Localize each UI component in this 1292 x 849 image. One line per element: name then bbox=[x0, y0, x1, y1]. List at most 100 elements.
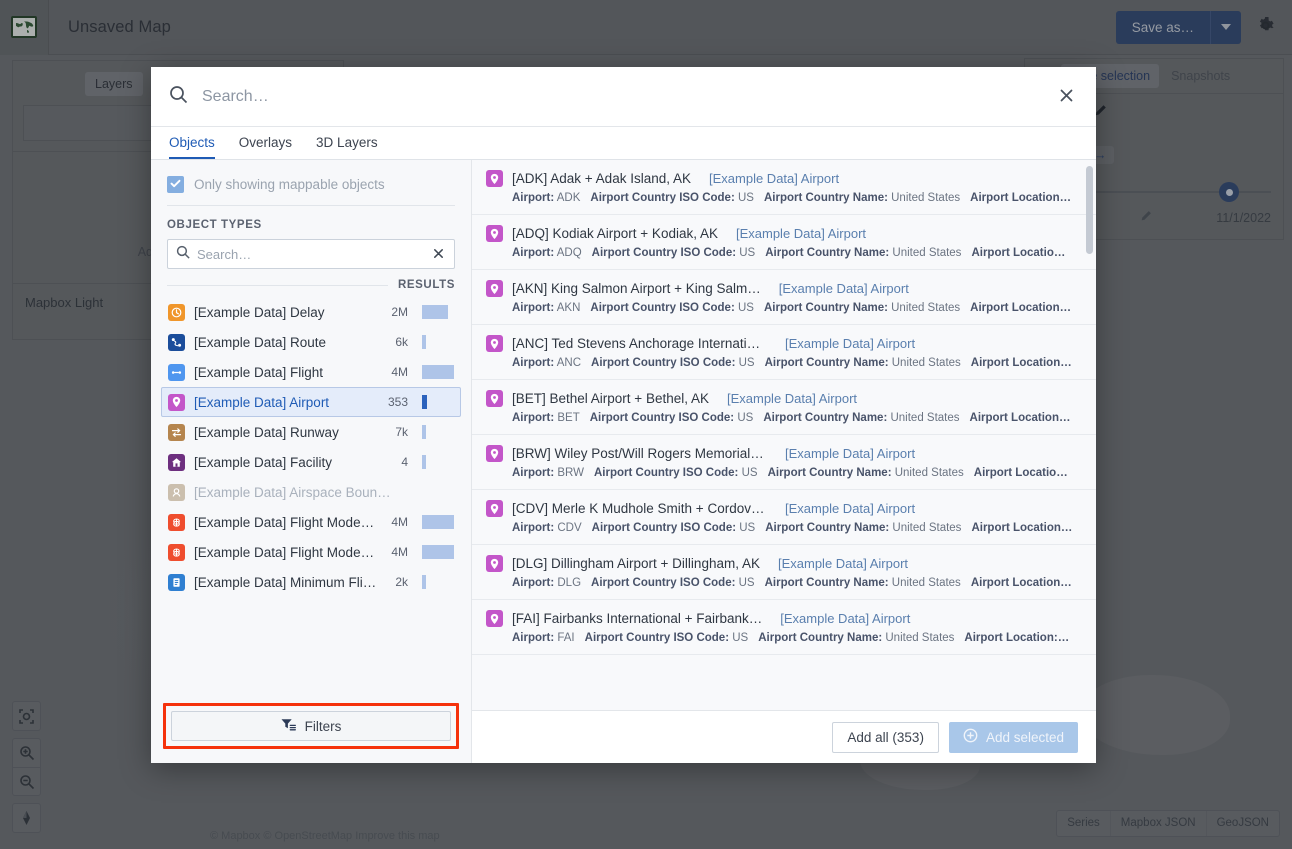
meta-airport: Airport: ANC bbox=[512, 357, 582, 369]
object-type-label: [Example Data] Minimum Flight Clea… bbox=[194, 574, 379, 590]
result-row-header: [ANC] Ted Stevens Anchorage Internatio… [… bbox=[486, 335, 1078, 352]
filters-button[interactable]: Filters bbox=[171, 711, 451, 741]
result-title: [ANC] Ted Stevens Anchorage Internatio… bbox=[512, 336, 767, 351]
meta-location: Airport Location… bbox=[970, 577, 1072, 589]
filter-icon bbox=[281, 718, 296, 734]
object-type-label: [Example Data] Airport bbox=[194, 394, 330, 410]
runway-icon bbox=[168, 423, 185, 441]
result-row-header: [ADK] Adak + Adak Island, AK [Example Dat… bbox=[486, 170, 1078, 187]
object-type-row[interactable]: [Example Data] Flight Model Features 4M bbox=[161, 507, 461, 537]
meta-airport: Airport: BET bbox=[512, 412, 580, 424]
result-row[interactable]: [FAI] Fairbanks International + Fairbank… bbox=[472, 600, 1096, 655]
clear-search-button[interactable] bbox=[431, 245, 446, 264]
meta-airport: Airport: BRW bbox=[512, 467, 584, 479]
object-type-count: 7k bbox=[395, 425, 408, 439]
meta-iso: Airport Country ISO Code: US bbox=[589, 412, 754, 424]
meta-location: Airport Location… bbox=[970, 192, 1072, 204]
result-metadata: Airport: ANC Airport Country ISO Code: US… bbox=[486, 357, 1078, 369]
pin-icon bbox=[486, 445, 503, 462]
mappable-filter-row[interactable]: Only showing mappable objects bbox=[151, 160, 471, 205]
result-object-type: [Example Data] Airport bbox=[726, 391, 858, 406]
object-type-row[interactable]: [Example Data] Route 6k bbox=[161, 327, 461, 357]
object-type-count-bar bbox=[422, 305, 454, 319]
close-button[interactable] bbox=[1055, 84, 1078, 110]
meta-country: Airport Country Name: United States bbox=[763, 412, 960, 424]
meta-location: Airport Location:… bbox=[964, 632, 1070, 644]
object-type-label: [Example Data] Flight Model Features bbox=[194, 544, 374, 560]
meta-iso: Airport Country ISO Code: US bbox=[584, 632, 749, 644]
result-row[interactable]: [BRW] Wiley Post/Will Rogers Memorial … [… bbox=[472, 435, 1096, 490]
object-type-count: 4M bbox=[391, 545, 408, 559]
meta-iso: Airport Country ISO Code: US bbox=[590, 192, 754, 204]
result-row[interactable]: [BET] Bethel Airport + Bethel, AK [Exampl… bbox=[472, 380, 1096, 435]
route-icon bbox=[168, 333, 185, 351]
object-type-count: 2M bbox=[391, 305, 408, 319]
result-metadata: Airport: ADQ Airport Country ISO Code: US… bbox=[486, 247, 1078, 259]
object-type-row[interactable]: [Example Data] Airport 353 bbox=[161, 387, 461, 417]
meta-airport: Airport: ADQ bbox=[512, 247, 582, 259]
result-object-type: [Example Data] Airport bbox=[785, 501, 916, 516]
meta-location: Airport Location… bbox=[970, 357, 1072, 369]
object-type-row[interactable]: [Example Data] Flight 4M bbox=[161, 357, 461, 387]
result-row[interactable]: [ADK] Adak + Adak Island, AK [Example Dat… bbox=[472, 160, 1096, 215]
result-title: [CDV] Merle K Mudhole Smith + Cordova… bbox=[512, 501, 767, 516]
results-scrollbar[interactable] bbox=[1086, 166, 1093, 254]
object-type-label: [Example Data] Runway bbox=[194, 424, 339, 440]
object-type-row[interactable]: [Example Data] Facility 4 bbox=[161, 447, 461, 477]
object-type-count: 2k bbox=[395, 575, 408, 589]
model-icon bbox=[168, 543, 185, 561]
pin-icon bbox=[486, 280, 503, 297]
meta-airport: Airport: FAI bbox=[512, 632, 575, 644]
object-type-row[interactable]: [Example Data] Runway 7k bbox=[161, 417, 461, 447]
add-all-button[interactable]: Add all (353) bbox=[832, 721, 939, 753]
result-row[interactable]: [DLG] Dillingham Airport + Dillingham, A… bbox=[472, 545, 1096, 600]
flight-icon bbox=[168, 363, 185, 381]
tab-overlays[interactable]: Overlays bbox=[239, 135, 292, 159]
object-types-search-input[interactable] bbox=[197, 246, 424, 262]
search-input[interactable] bbox=[202, 87, 1041, 106]
object-type-count-bar bbox=[422, 365, 454, 379]
result-row[interactable]: [ADQ] Kodiak Airport + Kodiak, AK [Exampl… bbox=[472, 215, 1096, 270]
tab-3d-layers[interactable]: 3D Layers bbox=[316, 135, 378, 159]
object-type-row[interactable]: [Example Data] Minimum Flight Clea… 2k bbox=[161, 567, 461, 597]
airspace-icon bbox=[168, 483, 185, 501]
object-type-count: 4 bbox=[401, 455, 408, 469]
filters-highlight-box: Filters bbox=[163, 703, 459, 749]
object-type-label: [Example Data] Delay bbox=[194, 304, 325, 320]
object-type-label: [Example Data] Airspace Boundary bbox=[194, 484, 391, 500]
result-row-header: [DLG] Dillingham Airport + Dillingham, A… bbox=[486, 555, 1078, 572]
result-row[interactable]: [AKN] King Salmon Airport + King Salm… [E… bbox=[472, 270, 1096, 325]
add-selected-button[interactable]: Add selected bbox=[948, 721, 1078, 753]
result-object-type: [Example Data] Airport bbox=[778, 281, 909, 296]
search-icon bbox=[176, 245, 190, 264]
object-type-row[interactable]: [Example Data] Flight Model Features 4M bbox=[161, 537, 461, 567]
result-row[interactable]: [ANC] Ted Stevens Anchorage Internatio… [… bbox=[472, 325, 1096, 380]
mappable-checkbox[interactable] bbox=[167, 176, 184, 193]
result-title: [FAI] Fairbanks International + Fairbank… bbox=[512, 611, 763, 626]
meta-iso: Airport Country ISO Code: US bbox=[591, 357, 755, 369]
meta-country: Airport Country Name: United States bbox=[763, 192, 961, 204]
object-type-count: 353 bbox=[387, 395, 408, 409]
object-type-count-bar bbox=[422, 485, 454, 499]
result-object-type: [Example Data] Airport bbox=[709, 171, 840, 186]
tab-objects[interactable]: Objects bbox=[169, 135, 215, 159]
result-object-type: [Example Data] Airport bbox=[735, 226, 867, 241]
object-type-row[interactable]: [Example Data] Delay 2M bbox=[161, 297, 461, 327]
pin-icon bbox=[486, 335, 503, 352]
pin-icon bbox=[486, 500, 503, 517]
result-title: [AKN] King Salmon Airport + King Salm… bbox=[512, 281, 761, 296]
modal-search-bar bbox=[151, 67, 1096, 127]
result-object-type: [Example Data] Airport bbox=[785, 446, 916, 461]
filters-label: Filters bbox=[304, 718, 342, 734]
result-metadata: Airport: ADK Airport Country ISO Code: US… bbox=[486, 192, 1078, 204]
result-row[interactable]: [CDV] Merle K Mudhole Smith + Cordova… [E… bbox=[472, 490, 1096, 545]
mappable-filter-label: Only showing mappable objects bbox=[194, 177, 385, 192]
object-type-label: [Example Data] Route bbox=[194, 334, 327, 350]
object-types-panel: Only showing mappable objects OBJECT TYP… bbox=[151, 160, 472, 763]
meta-country: Airport Country Name: United States bbox=[765, 247, 962, 259]
pin-icon bbox=[486, 225, 503, 242]
result-title: [BRW] Wiley Post/Will Rogers Memorial … bbox=[512, 446, 767, 461]
object-type-count-bar bbox=[422, 545, 454, 559]
pin-icon bbox=[486, 610, 503, 627]
object-types-heading: OBJECT TYPES bbox=[167, 219, 262, 231]
